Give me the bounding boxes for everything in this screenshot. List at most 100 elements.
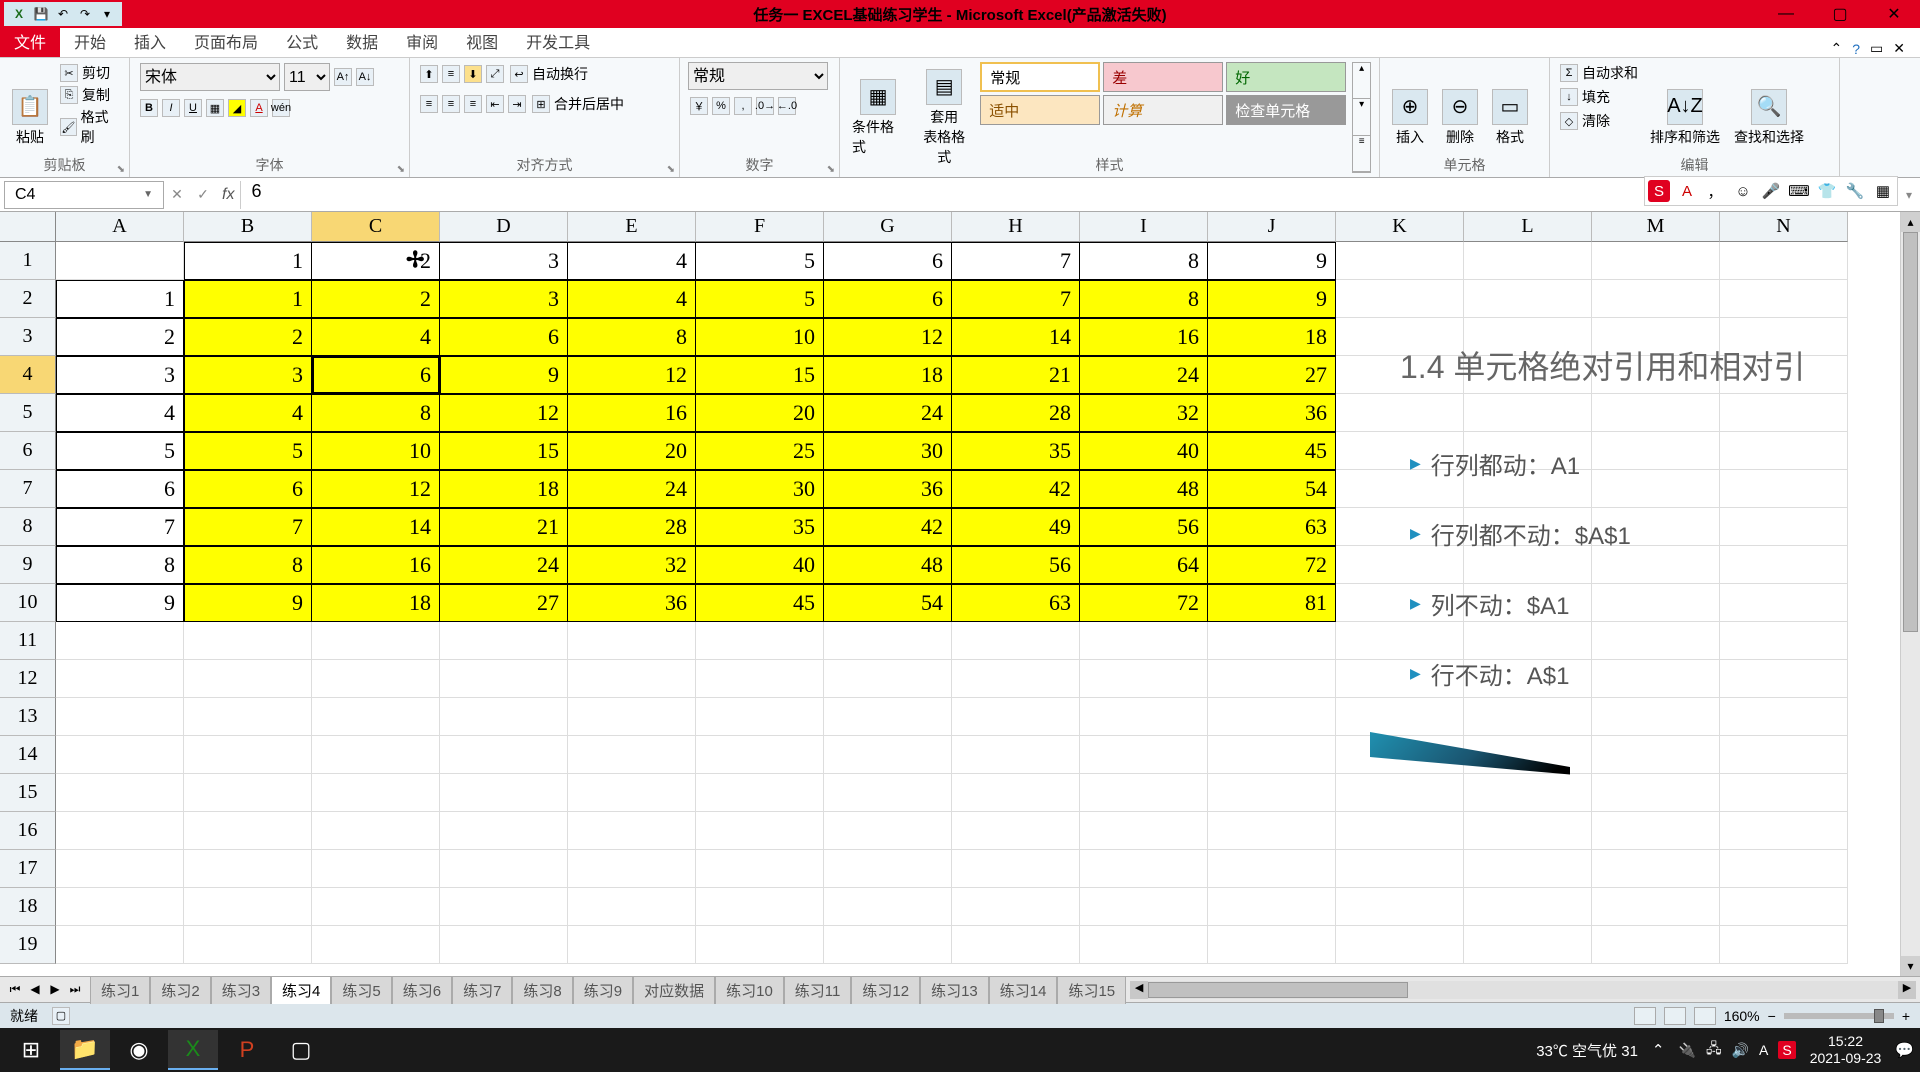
cell-D2[interactable]: 3 bbox=[440, 280, 568, 318]
hscroll-left[interactable]: ◀ bbox=[1130, 981, 1148, 999]
style-check[interactable]: 检查单元格 bbox=[1226, 95, 1346, 125]
cell-N12[interactable] bbox=[1720, 660, 1848, 698]
cell-A8[interactable]: 7 bbox=[56, 508, 184, 546]
cell-H17[interactable] bbox=[952, 850, 1080, 888]
sheet-tab-6[interactable]: 练习7 bbox=[452, 976, 512, 1004]
indent-inc-icon[interactable]: ⇥ bbox=[508, 95, 526, 113]
cell-I2[interactable]: 8 bbox=[1080, 280, 1208, 318]
ribbon-minimize-icon[interactable]: ⌃ bbox=[1831, 40, 1843, 57]
sheet-tab-7[interactable]: 练习8 bbox=[512, 976, 572, 1004]
cell-D8[interactable]: 21 bbox=[440, 508, 568, 546]
cell-J16[interactable] bbox=[1208, 812, 1336, 850]
tab-dev[interactable]: 开发工具 bbox=[512, 25, 604, 57]
cell-C18[interactable] bbox=[312, 888, 440, 926]
cell-I1[interactable]: 8 bbox=[1080, 242, 1208, 280]
cell-K6[interactable] bbox=[1336, 432, 1464, 470]
cell-I18[interactable] bbox=[1080, 888, 1208, 926]
cell-D12[interactable] bbox=[440, 660, 568, 698]
cell-D19[interactable] bbox=[440, 926, 568, 964]
tray-chevron-icon[interactable]: ⌃ bbox=[1652, 1041, 1665, 1059]
cell-J11[interactable] bbox=[1208, 622, 1336, 660]
fx-icon[interactable]: fx bbox=[216, 186, 240, 204]
ime-keyboard-icon[interactable]: ⌨ bbox=[1788, 180, 1810, 202]
cell-K18[interactable] bbox=[1336, 888, 1464, 926]
cell-L12[interactable] bbox=[1464, 660, 1592, 698]
style-neutral[interactable]: 适中 bbox=[980, 95, 1100, 125]
notifications-icon[interactable]: 💬 bbox=[1895, 1041, 1914, 1059]
row-header-18[interactable]: 18 bbox=[0, 888, 56, 926]
cell-B9[interactable]: 8 bbox=[184, 546, 312, 584]
cell-D6[interactable]: 15 bbox=[440, 432, 568, 470]
sheet-tab-0[interactable]: 练习1 bbox=[90, 976, 150, 1004]
cell-E2[interactable]: 4 bbox=[568, 280, 696, 318]
comma-icon[interactable]: , bbox=[734, 97, 752, 115]
cell-N11[interactable] bbox=[1720, 622, 1848, 660]
cell-E13[interactable] bbox=[568, 698, 696, 736]
cell-H1[interactable]: 7 bbox=[952, 242, 1080, 280]
cell-G13[interactable] bbox=[824, 698, 952, 736]
view-break-button[interactable] bbox=[1694, 1007, 1716, 1025]
percent-icon[interactable]: % bbox=[712, 97, 730, 115]
cell-C3[interactable]: 4 bbox=[312, 318, 440, 356]
row-header-6[interactable]: 6 bbox=[0, 432, 56, 470]
cell-C14[interactable] bbox=[312, 736, 440, 774]
cell-H15[interactable] bbox=[952, 774, 1080, 812]
cell-I6[interactable]: 40 bbox=[1080, 432, 1208, 470]
sheet-tab-13[interactable]: 练习13 bbox=[920, 976, 989, 1004]
style-bad[interactable]: 差 bbox=[1103, 62, 1223, 92]
cell-J2[interactable]: 9 bbox=[1208, 280, 1336, 318]
cell-H10[interactable]: 63 bbox=[952, 584, 1080, 622]
maximize-button[interactable]: ▢ bbox=[1828, 4, 1852, 24]
cell-A14[interactable] bbox=[56, 736, 184, 774]
scroll-thumb[interactable] bbox=[1903, 232, 1918, 632]
cell-L7[interactable] bbox=[1464, 470, 1592, 508]
cell-H12[interactable] bbox=[952, 660, 1080, 698]
cell-M8[interactable] bbox=[1592, 508, 1720, 546]
cell-E14[interactable] bbox=[568, 736, 696, 774]
cell-L6[interactable] bbox=[1464, 432, 1592, 470]
cell-G15[interactable] bbox=[824, 774, 952, 812]
cell-H8[interactable]: 49 bbox=[952, 508, 1080, 546]
cell-I19[interactable] bbox=[1080, 926, 1208, 964]
row-header-12[interactable]: 12 bbox=[0, 660, 56, 698]
cell-B18[interactable] bbox=[184, 888, 312, 926]
cell-C15[interactable] bbox=[312, 774, 440, 812]
col-header-E[interactable]: E bbox=[568, 212, 696, 242]
cell-G16[interactable] bbox=[824, 812, 952, 850]
sheet-tab-15[interactable]: 练习15 bbox=[1057, 976, 1126, 1004]
tray-sogou-icon[interactable]: S bbox=[1778, 1041, 1795, 1059]
cell-H2[interactable]: 7 bbox=[952, 280, 1080, 318]
cell-N17[interactable] bbox=[1720, 850, 1848, 888]
cell-E15[interactable] bbox=[568, 774, 696, 812]
redo-icon[interactable]: ↷ bbox=[76, 5, 94, 23]
cell-J7[interactable]: 54 bbox=[1208, 470, 1336, 508]
align-bottom-icon[interactable]: ⬇ bbox=[464, 65, 482, 83]
cell-F2[interactable]: 5 bbox=[696, 280, 824, 318]
cell-N18[interactable] bbox=[1720, 888, 1848, 926]
tab-file[interactable]: 文件 bbox=[0, 25, 60, 57]
cell-F6[interactable]: 25 bbox=[696, 432, 824, 470]
cell-M10[interactable] bbox=[1592, 584, 1720, 622]
tab-review[interactable]: 审阅 bbox=[392, 25, 452, 57]
cell-M15[interactable] bbox=[1592, 774, 1720, 812]
cell-J8[interactable]: 63 bbox=[1208, 508, 1336, 546]
tab-insert[interactable]: 插入 bbox=[120, 25, 180, 57]
cell-N2[interactable] bbox=[1720, 280, 1848, 318]
cell-L17[interactable] bbox=[1464, 850, 1592, 888]
row-header-16[interactable]: 16 bbox=[0, 812, 56, 850]
cell-C9[interactable]: 16 bbox=[312, 546, 440, 584]
border-button[interactable]: ▦ bbox=[206, 99, 224, 117]
powerpoint-taskbar-icon[interactable]: P bbox=[222, 1030, 272, 1070]
cell-G4[interactable]: 18 bbox=[824, 356, 952, 394]
cell-F4[interactable]: 15 bbox=[696, 356, 824, 394]
cell-F17[interactable] bbox=[696, 850, 824, 888]
col-header-M[interactable]: M bbox=[1592, 212, 1720, 242]
align-left-icon[interactable]: ≡ bbox=[420, 95, 438, 113]
cell-B19[interactable] bbox=[184, 926, 312, 964]
cell-G14[interactable] bbox=[824, 736, 952, 774]
cell-E3[interactable]: 8 bbox=[568, 318, 696, 356]
col-header-C[interactable]: C bbox=[312, 212, 440, 242]
cell-J15[interactable] bbox=[1208, 774, 1336, 812]
cell-N15[interactable] bbox=[1720, 774, 1848, 812]
cell-K15[interactable] bbox=[1336, 774, 1464, 812]
